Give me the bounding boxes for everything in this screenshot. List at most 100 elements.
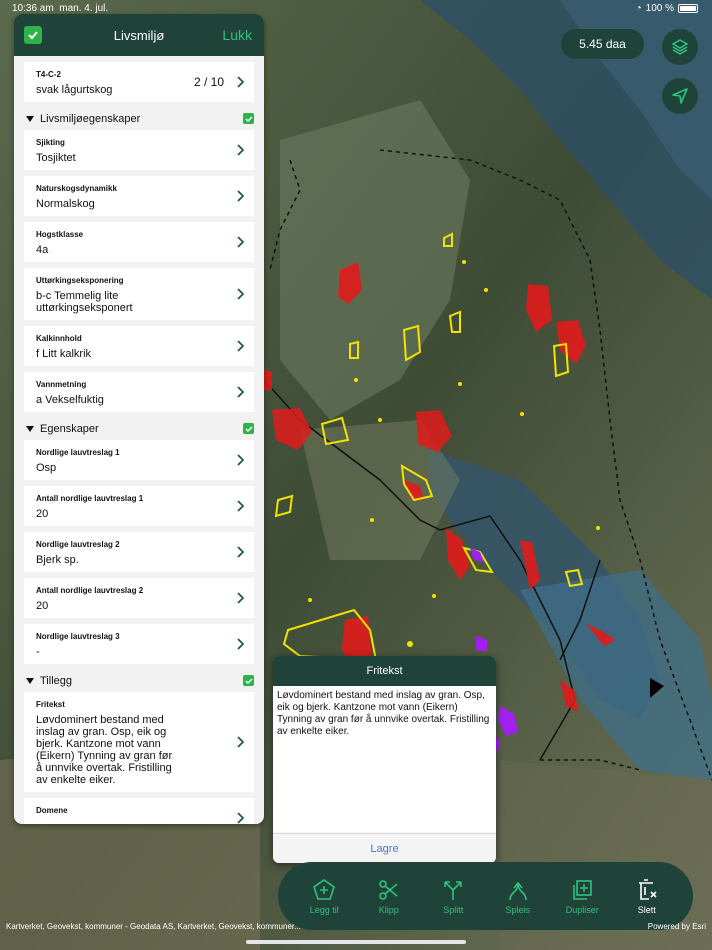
- esri-attribution[interactable]: Powered by Esri: [648, 922, 706, 931]
- chevron-right-icon: [237, 386, 244, 398]
- checkmark-icon: [244, 425, 253, 432]
- delete-button[interactable]: Slett: [619, 878, 675, 915]
- checkmark-icon: [28, 31, 38, 40]
- collapse-triangle-icon: [26, 426, 34, 432]
- field-kalkinnhold[interactable]: Kalkinnhold f Litt kalkrik: [24, 326, 254, 372]
- livsmiljo-panel: Livsmiljø Lukk T4-C-2 svak lågurtskog 2 …: [14, 14, 264, 824]
- status-time: 10:36 am man. 4. jul.: [12, 3, 109, 14]
- wifi-icon: ◔: [635, 3, 642, 14]
- battery-icon: [678, 4, 698, 13]
- chevron-right-icon: [237, 76, 244, 88]
- chevron-right-icon: [237, 546, 244, 558]
- field-label: Antall nordlige lauvtreslag 2: [36, 586, 144, 595]
- chevron-right-icon: [237, 454, 244, 466]
- field-label: Domene: [36, 806, 68, 815]
- close-button[interactable]: Lukk: [222, 27, 252, 43]
- field-value: f Litt kalkrik: [36, 348, 92, 360]
- field-hogstklasse[interactable]: Hogstklasse 4a: [24, 222, 254, 268]
- checkmark-icon: [244, 677, 253, 684]
- field-label: Hogstklasse: [36, 230, 84, 239]
- chevron-right-icon: [237, 638, 244, 650]
- chevron-right-icon: [237, 190, 244, 202]
- section-checkbox[interactable]: [243, 423, 254, 434]
- home-indicator[interactable]: [246, 940, 466, 944]
- field-nordlige-lauvtreslag-2[interactable]: Nordlige lauvtreslag 2 Bjerk sp.: [24, 532, 254, 578]
- chevron-right-icon: [237, 812, 244, 824]
- navigation-arrow-icon: [672, 88, 688, 104]
- split-icon: [444, 880, 463, 900]
- field-naturskogsdynamikk[interactable]: Naturskogsdynamikk Normalskog: [24, 176, 254, 222]
- section-checkbox[interactable]: [243, 675, 254, 686]
- field-label: Sjikting: [36, 138, 65, 147]
- section-tillegg[interactable]: Tillegg: [14, 670, 264, 692]
- section-livsmiljoegenskaper[interactable]: Livsmiljøegenskaper: [14, 108, 264, 130]
- map-attribution: Kartverket, Geovekst, kommuner - Geodata…: [6, 922, 301, 931]
- field-value: Tosjiktet: [36, 152, 76, 164]
- field-sjikting[interactable]: Sjikting Tosjiktet: [24, 130, 254, 176]
- layers-button[interactable]: [662, 29, 698, 65]
- section-egenskaper[interactable]: Egenskaper: [14, 418, 264, 440]
- field-value: -: [36, 646, 40, 658]
- field-uttorkingseksponering[interactable]: Uttørkingseksponering b-c Temmelig lite …: [24, 268, 254, 326]
- chevron-right-icon: [237, 500, 244, 512]
- clip-button[interactable]: Klipp: [361, 878, 417, 915]
- fritekst-popup: Fritekst Løvdominert bestand med inslag …: [273, 656, 496, 863]
- add-polygon-icon: [313, 878, 336, 900]
- chevron-right-icon: [237, 736, 244, 748]
- panel-checkbox[interactable]: [24, 26, 42, 44]
- section-title: Tillegg: [40, 675, 72, 687]
- field-value: -: [36, 820, 244, 824]
- field-label: Naturskogsdynamikk: [36, 184, 117, 193]
- split-button[interactable]: Splitt: [425, 878, 481, 915]
- field-value: Osp: [36, 462, 57, 474]
- chevron-right-icon: [237, 236, 244, 248]
- collapse-triangle-icon: [26, 116, 34, 122]
- field-value: 20: [36, 600, 49, 612]
- field-antall-nordlige-lauvtreslag-1[interactable]: Antall nordlige lauvtreslag 1 20: [24, 486, 254, 532]
- field-antall-nordlige-lauvtreslag-2[interactable]: Antall nordlige lauvtreslag 2 20: [24, 578, 254, 624]
- duplicate-icon: [573, 879, 593, 900]
- chevron-right-icon: [237, 592, 244, 604]
- battery-label: 100 %: [645, 3, 674, 14]
- section-checkbox[interactable]: [243, 113, 254, 124]
- edit-toolbar: Legg til Klipp Splitt Spleis Dupliser Sl…: [278, 862, 693, 930]
- duplicate-button[interactable]: Dupliser: [554, 878, 610, 915]
- field-label: Nordlige lauvtreslag 1: [36, 448, 120, 457]
- checkmark-icon: [244, 115, 253, 122]
- field-value: Normalskog: [36, 198, 95, 210]
- field-nordlige-lauvtreslag-3[interactable]: Nordlige lauvtreslag 3 -: [24, 624, 254, 670]
- field-vannmetning[interactable]: Vannmetning a Vekselfuktig: [24, 372, 254, 418]
- area-indicator: 5.45 daa: [561, 29, 644, 59]
- field-domene[interactable]: Domene -: [24, 798, 254, 824]
- field-label: Uttørkingseksponering: [36, 276, 124, 285]
- tool-label: Splitt: [443, 904, 464, 915]
- save-button[interactable]: Lagre: [273, 833, 496, 863]
- field-value: b-c Temmelig lite uttørkingseksponert: [36, 290, 133, 314]
- scissors-icon: [378, 879, 398, 900]
- status-right: ◔ 100 %: [636, 3, 698, 14]
- tool-label: Klipp: [378, 904, 399, 915]
- field-value: Løvdominert bestand med inslag av gran. …: [36, 714, 173, 786]
- section-title: Egenskaper: [40, 423, 99, 435]
- chevron-right-icon: [237, 288, 244, 300]
- fritekst-textarea[interactable]: Løvdominert bestand med inslag av gran. …: [273, 686, 496, 832]
- panel-body[interactable]: T4-C-2 svak lågurtskog 2 / 10 Livsmiljøe…: [14, 56, 264, 824]
- tool-label: Slett: [637, 904, 656, 915]
- field-nordlige-lauvtreslag-1[interactable]: Nordlige lauvtreslag 1 Osp: [24, 440, 254, 486]
- field-label: Vannmetning: [36, 380, 87, 389]
- field-label: Nordlige lauvtreslag 2: [36, 540, 120, 549]
- add-button[interactable]: Legg til: [296, 878, 352, 915]
- locate-button[interactable]: [662, 78, 698, 114]
- field-value: 4a: [36, 244, 49, 256]
- field-value: 20: [36, 508, 49, 520]
- field-type[interactable]: T4-C-2 svak lågurtskog 2 / 10: [24, 62, 254, 108]
- splice-button[interactable]: Spleis: [490, 878, 546, 915]
- page-counter: 2 / 10: [193, 75, 224, 89]
- field-value: a Vekselfuktig: [36, 394, 104, 406]
- section-title: Livsmiljøegenskaper: [40, 113, 141, 125]
- chevron-right-icon: [237, 144, 244, 156]
- tool-label: Legg til: [309, 904, 339, 915]
- chevron-right-icon: [237, 340, 244, 352]
- field-fritekst[interactable]: Fritekst Løvdominert bestand med inslag …: [24, 692, 254, 798]
- popup-title: Fritekst: [273, 656, 496, 686]
